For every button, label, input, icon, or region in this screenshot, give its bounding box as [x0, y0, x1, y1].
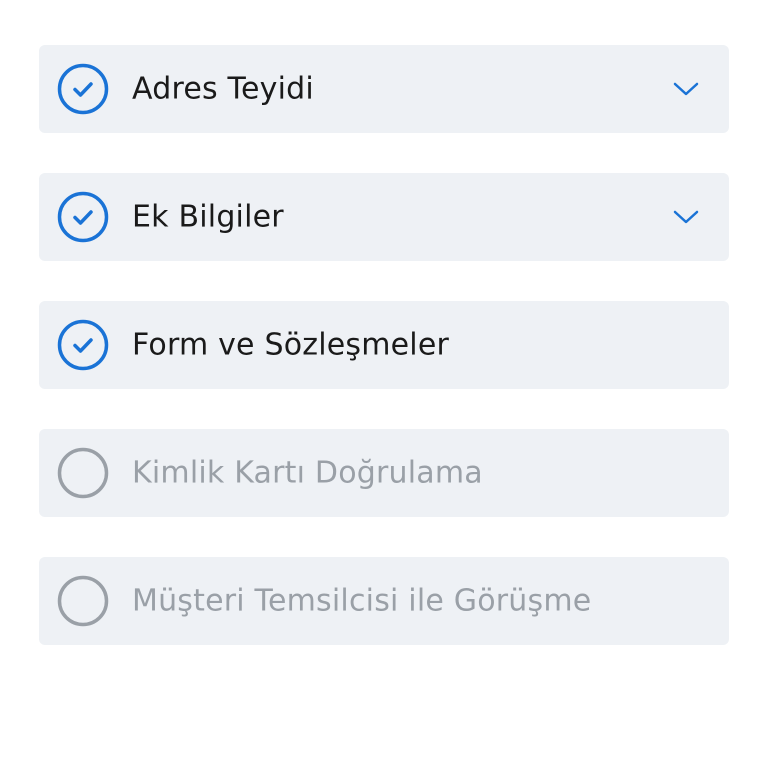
step-musteri-temsilcisi-ile-gorusme[interactable]: Müşteri Temsilcisi ile Görüşme	[39, 557, 729, 645]
chevron-down-icon[interactable]	[673, 81, 699, 97]
check-circle-icon	[57, 319, 109, 371]
empty-circle-icon	[57, 447, 109, 499]
step-label: Form ve Sözleşmeler	[132, 327, 450, 363]
step-label: Müşteri Temsilcisi ile Görüşme	[132, 583, 592, 619]
check-circle-icon	[57, 63, 109, 115]
step-ek-bilgiler[interactable]: Ek Bilgiler	[39, 173, 729, 261]
check-circle-icon	[57, 191, 109, 243]
step-label: Ek Bilgiler	[132, 199, 284, 235]
empty-circle-icon	[57, 575, 109, 627]
step-form-ve-sozlesmeler[interactable]: Form ve Sözleşmeler	[39, 301, 729, 389]
chevron-down-icon[interactable]	[673, 209, 699, 225]
step-label: Adres Teyidi	[132, 71, 314, 107]
step-kimlik-karti-dogrulama[interactable]: Kimlik Kartı Doğrulama	[39, 429, 729, 517]
step-label: Kimlik Kartı Doğrulama	[132, 455, 483, 491]
steps-list: Adres Teyidi Ek Bilgiler Form ve Sözleşm…	[39, 45, 729, 685]
step-adres-teyidi[interactable]: Adres Teyidi	[39, 45, 729, 133]
